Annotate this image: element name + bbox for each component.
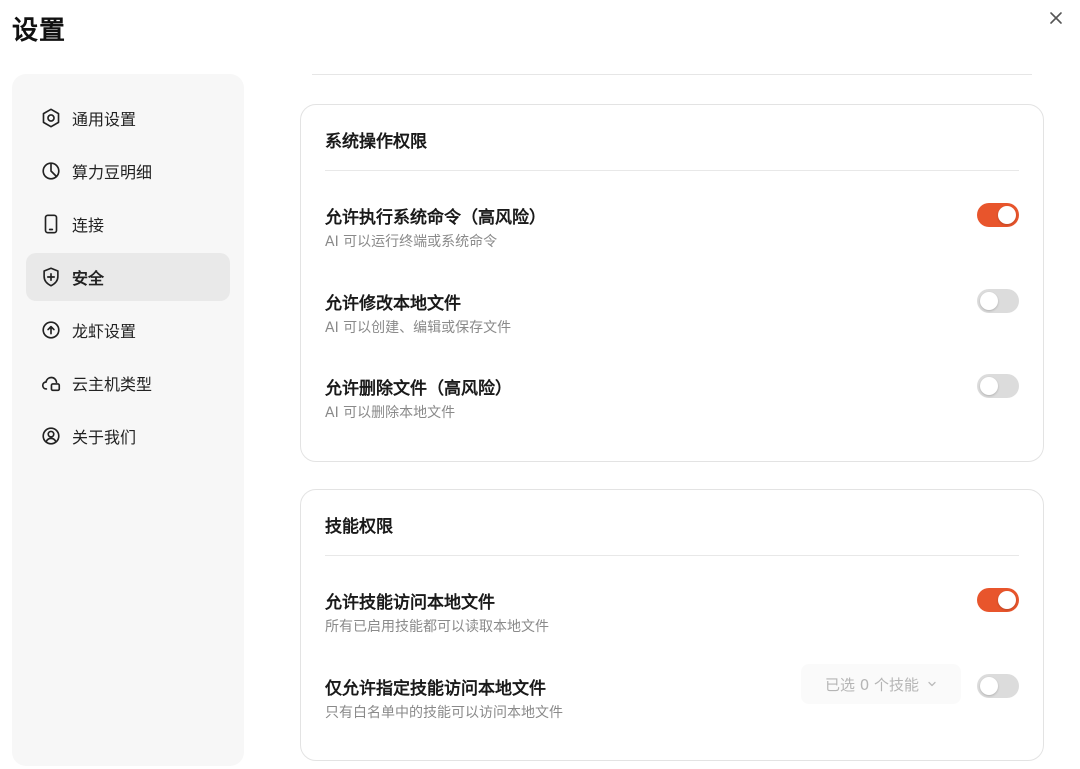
setting-row-delete-files: 允许删除文件（高风险） AI 可以删除本地文件 xyxy=(325,374,1019,434)
divider xyxy=(325,555,1019,556)
toggle-knob xyxy=(980,677,998,695)
close-icon xyxy=(1050,12,1062,24)
setting-title: 允许技能访问本地文件 xyxy=(325,593,495,613)
shield-icon xyxy=(43,267,59,287)
upload-circle-icon xyxy=(42,321,60,339)
chevron-down-icon xyxy=(928,681,936,687)
setting-title: 允许删除文件（高风险） xyxy=(325,379,512,399)
whitelist-skills-toggle[interactable] xyxy=(977,674,1019,698)
setting-title: 允许修改本地文件 xyxy=(325,294,461,314)
skills-access-files-toggle[interactable] xyxy=(977,588,1019,612)
divider xyxy=(312,74,1032,75)
close-button[interactable] xyxy=(1044,6,1068,30)
setting-description: 所有已启用技能都可以读取本地文件 xyxy=(325,619,549,635)
toggle-knob xyxy=(998,591,1016,609)
cloud-host-icon xyxy=(41,376,61,392)
sidebar-item-label: 算力豆明细 xyxy=(72,163,153,182)
sidebar-item-label: 通用设置 xyxy=(72,110,137,129)
settings-icon xyxy=(42,108,60,128)
setting-description: 只有白名单中的技能可以访问本地文件 xyxy=(325,705,563,721)
sidebar-item-security[interactable]: 安全 xyxy=(26,253,230,301)
select-value: 已选 0 个技能 xyxy=(824,675,920,694)
skill-select-dropdown[interactable]: 已选 0 个技能 xyxy=(801,664,961,704)
setting-row-modify-files: 允许修改本地文件 AI 可以创建、编辑或保存文件 xyxy=(325,289,1019,349)
sidebar-item-compute-beans[interactable]: 算力豆明细 xyxy=(26,147,230,195)
toggle-knob xyxy=(980,377,998,395)
sidebar-item-connect[interactable]: 连接 xyxy=(26,200,230,248)
toggle-knob xyxy=(998,206,1016,224)
divider xyxy=(325,170,1019,171)
user-circle-icon xyxy=(42,427,60,445)
sidebar-item-cloud-host[interactable]: 云主机类型 xyxy=(26,359,230,407)
pie-chart-icon xyxy=(42,162,60,180)
sidebar-item-label: 安全 xyxy=(72,269,105,288)
settings-window: 设置 通用设置 算力豆明细 连接 安全 龙虾设置 云主机类型 关于我们 系统操作… xyxy=(0,0,1080,769)
section-title: 技能权限 xyxy=(325,517,393,537)
sidebar: 通用设置 算力豆明细 连接 安全 龙虾设置 云主机类型 关于我们 xyxy=(12,74,244,766)
page-title: 设置 xyxy=(12,16,67,46)
sidebar-item-label: 关于我们 xyxy=(72,428,137,447)
skill-permissions-card: 技能权限 允许技能访问本地文件 所有已启用技能都可以读取本地文件 仅允许指定技能… xyxy=(300,489,1044,761)
setting-description: AI 可以删除本地文件 xyxy=(325,405,456,421)
sidebar-item-about[interactable]: 关于我们 xyxy=(26,412,230,460)
modify-files-toggle[interactable] xyxy=(977,289,1019,313)
sidebar-item-label: 连接 xyxy=(72,216,105,235)
sidebar-item-label: 龙虾设置 xyxy=(72,322,137,341)
delete-files-toggle[interactable] xyxy=(977,374,1019,398)
setting-row-skills-access-files: 允许技能访问本地文件 所有已启用技能都可以读取本地文件 xyxy=(325,588,1019,648)
toggle-knob xyxy=(980,292,998,310)
sidebar-item-label: 云主机类型 xyxy=(72,375,153,394)
setting-row-exec-commands: 允许执行系统命令（高风险） AI 可以运行终端或系统命令 xyxy=(325,203,1019,263)
phone-icon xyxy=(44,214,58,234)
setting-row-whitelist-skills: 仅允许指定技能访问本地文件 只有白名单中的技能可以访问本地文件 已选 0 个技能 xyxy=(325,664,1019,734)
setting-title: 仅允许指定技能访问本地文件 xyxy=(325,679,546,699)
setting-description: AI 可以创建、编辑或保存文件 xyxy=(325,320,512,336)
setting-title: 允许执行系统命令（高风险） xyxy=(325,208,546,228)
sidebar-item-lobster[interactable]: 龙虾设置 xyxy=(26,306,230,354)
section-title: 系统操作权限 xyxy=(325,132,427,152)
exec-commands-toggle[interactable] xyxy=(977,203,1019,227)
sidebar-item-general[interactable]: 通用设置 xyxy=(26,94,230,142)
setting-description: AI 可以运行终端或系统命令 xyxy=(325,234,498,250)
system-permissions-card: 系统操作权限 允许执行系统命令（高风险） AI 可以运行终端或系统命令 允许修改… xyxy=(300,104,1044,462)
